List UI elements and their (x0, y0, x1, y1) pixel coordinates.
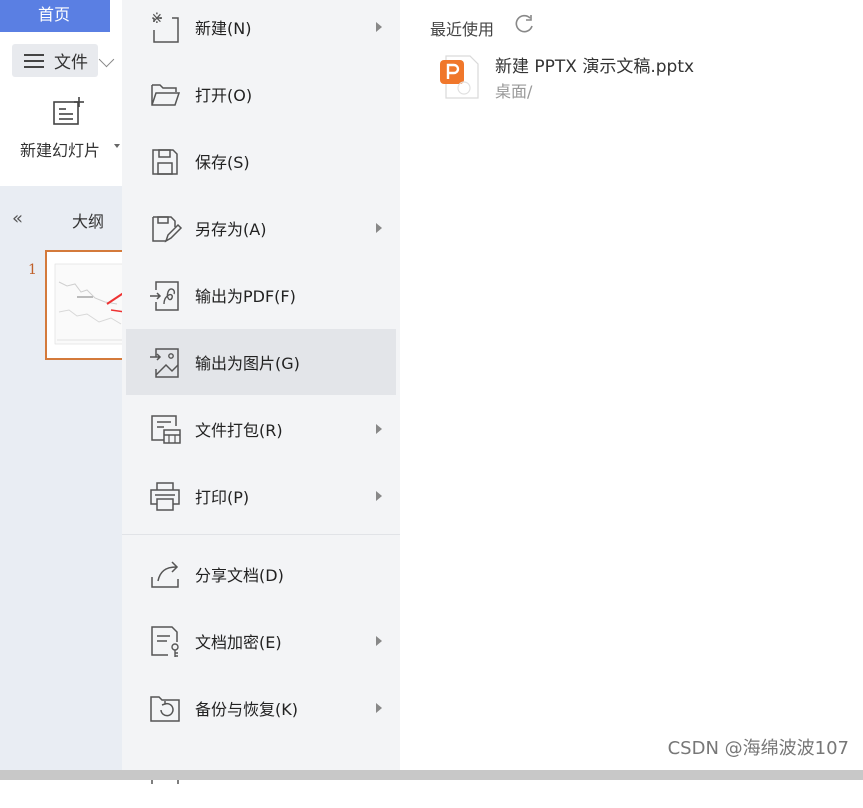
submenu-arrow-icon (376, 703, 382, 713)
file-menu-label: 文件 (54, 53, 88, 73)
recent-files-panel: 最近使用 新建 PPTX 演示文稿.pptx 桌面/ CSDN @海绵波波107 (400, 0, 863, 770)
menu-item-label: 文档加密(E) (195, 633, 282, 652)
home-tab[interactable]: 首页 (0, 0, 110, 32)
menu-item-label: 备份与恢复(K) (195, 700, 298, 719)
submenu-arrow-icon (376, 636, 382, 646)
menu-item-share[interactable]: 分享文档(D) (126, 541, 396, 607)
submenu-arrow-icon (376, 223, 382, 233)
encrypt-icon (151, 626, 179, 657)
menu-divider (122, 534, 400, 535)
recent-file-item[interactable]: 新建 PPTX 演示文稿.pptx 桌面/ (440, 50, 770, 104)
printer-icon (150, 482, 180, 511)
folder-open-icon (151, 84, 181, 106)
export-image-icon (150, 348, 179, 378)
menu-item-print[interactable]: 打印(P) (126, 463, 396, 529)
caret-down-icon (114, 144, 120, 148)
save-icon (152, 149, 178, 175)
chevron-down-icon[interactable] (98, 51, 115, 68)
menu-item-label: 打开(O) (195, 86, 253, 105)
hamburger-icon (24, 53, 44, 68)
file-path: 桌面/ (495, 82, 533, 101)
recent-title: 最近使用 (430, 20, 495, 39)
menu-item-label: 保存(S) (195, 153, 250, 172)
slide-preview-graphic (54, 263, 126, 345)
collapse-icon[interactable]: « (12, 208, 23, 229)
file-name: 新建 PPTX 演示文稿.pptx (495, 57, 695, 77)
menu-item-label: 新建(N) (195, 19, 252, 38)
menu-item-new[interactable]: ※ 新建(N) (126, 0, 396, 60)
menu-item-encrypt[interactable]: 文档加密(E) (126, 608, 396, 674)
menu-item-label: 文件打包(R) (195, 421, 283, 440)
menu-item-save-as[interactable]: 另存为(A) (126, 195, 396, 261)
wps-presentation-app: 首页 文件 新建幻灯片 « 大纲 1 ※ 新建(N) 打开(O) 保存(S) 另… (0, 0, 863, 784)
menu-item-label: 分享文档(D) (195, 566, 284, 585)
outline-tab[interactable]: 大纲 (72, 208, 104, 232)
slide-number: 1 (28, 262, 37, 278)
file-menu: ※ 新建(N) 打开(O) 保存(S) 另存为(A) 输出为PDF(F) 输出为… (122, 0, 400, 784)
outline-pane: « 大纲 1 (0, 186, 127, 770)
new-file-icon: ※ (151, 11, 179, 43)
submenu-arrow-icon (376, 22, 382, 32)
new-slide-label: 新建幻灯片 (20, 141, 101, 160)
menu-item-label: 另存为(A) (195, 220, 267, 239)
backup-icon (150, 696, 180, 722)
share-icon (151, 561, 179, 588)
menu-item-package[interactable]: 文件打包(R) (126, 396, 396, 462)
file-menu-button[interactable]: 文件 (12, 44, 98, 77)
menu-item-backup[interactable]: 备份与恢复(K) (126, 675, 396, 741)
package-icon (151, 415, 181, 444)
menu-item-export-pdf[interactable]: 输出为PDF(F) (126, 262, 396, 328)
menu-item-label: 输出为图片(G) (195, 354, 300, 373)
ribbon: 首页 文件 新建幻灯片 (0, 0, 122, 186)
menu-item-save[interactable]: 保存(S) (126, 128, 396, 194)
menu-item-export-image[interactable]: 输出为图片(G) (126, 329, 396, 395)
svg-text:※: ※ (151, 11, 163, 27)
bottom-border (0, 770, 863, 780)
save-as-icon (152, 216, 183, 243)
menu-item-label: 打印(P) (195, 488, 250, 507)
submenu-arrow-icon (376, 424, 382, 434)
new-slide-icon (53, 97, 84, 125)
export-pdf-icon (150, 281, 179, 311)
menu-item-label: 输出为PDF(F) (195, 287, 296, 306)
watermark: CSDN @海绵波波107 (667, 738, 849, 759)
pptx-file-icon (440, 55, 479, 99)
menu-item-open[interactable]: 打开(O) (126, 61, 396, 127)
submenu-arrow-icon (376, 491, 382, 501)
slide-thumbnail[interactable] (45, 250, 127, 360)
new-slide-button[interactable]: 新建幻灯片 (20, 94, 120, 174)
refresh-icon[interactable] (512, 12, 536, 36)
